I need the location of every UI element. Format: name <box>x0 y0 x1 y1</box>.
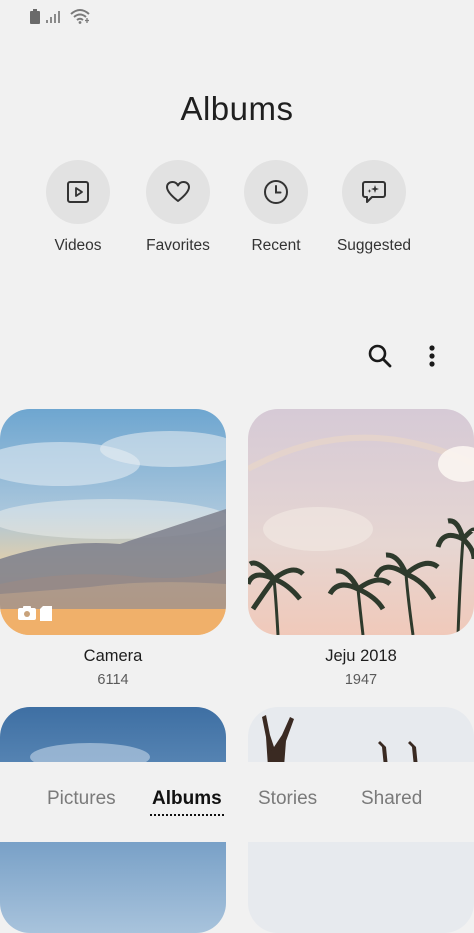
recent-label: Recent <box>251 237 301 254</box>
search-button[interactable] <box>364 340 396 372</box>
videos-label: Videos <box>54 237 102 254</box>
videos-button[interactable] <box>46 160 110 224</box>
sd-card-icon <box>40 606 52 621</box>
album-card-camera[interactable]: Camera 6114 <box>0 409 226 688</box>
album-name: Jeju 2018 <box>325 647 397 665</box>
favorites-label: Favorites <box>146 237 210 254</box>
search-icon <box>368 344 392 368</box>
active-tab-indicator <box>150 814 224 816</box>
tab-albums[interactable]: Albums <box>150 788 224 816</box>
album-thumbnail[interactable] <box>0 409 226 635</box>
video-icon <box>67 181 89 203</box>
tab-albums-label: Albums <box>152 788 222 809</box>
sparkle-chat-icon <box>362 181 386 203</box>
suggested-button[interactable] <box>342 160 406 224</box>
page-title: Albums <box>180 90 294 127</box>
quick-recent[interactable]: Recent <box>228 160 324 255</box>
quick-videos[interactable]: Videos <box>30 160 126 255</box>
album-name: Camera <box>83 647 143 665</box>
tab-pictures[interactable]: Pictures <box>47 788 116 810</box>
tab-shared[interactable]: Shared <box>361 788 422 810</box>
favorites-button[interactable] <box>146 160 210 224</box>
album-card-jeju-2018[interactable]: Jeju 2018 1947 <box>248 409 474 688</box>
clock-icon <box>264 180 288 204</box>
quick-favorites[interactable]: Favorites <box>130 160 226 255</box>
signal-icon <box>46 11 60 23</box>
album-count: 1947 <box>344 672 378 688</box>
wifi-icon <box>70 9 90 24</box>
camera-icon <box>18 606 36 620</box>
battery-icon <box>30 8 40 24</box>
suggested-label: Suggested <box>336 237 412 254</box>
quick-suggested[interactable]: Suggested <box>326 160 422 255</box>
recent-button[interactable] <box>244 160 308 224</box>
album-thumbnail[interactable] <box>248 409 474 635</box>
status-bar <box>0 0 474 32</box>
tab-stories[interactable]: Stories <box>258 788 317 810</box>
album-count: 6114 <box>97 672 129 688</box>
bottom-nav: Pictures Albums Stories Shared <box>0 762 474 842</box>
more-options-button[interactable] <box>416 340 448 372</box>
heart-icon <box>166 181 190 202</box>
more-options-icon <box>429 345 435 367</box>
